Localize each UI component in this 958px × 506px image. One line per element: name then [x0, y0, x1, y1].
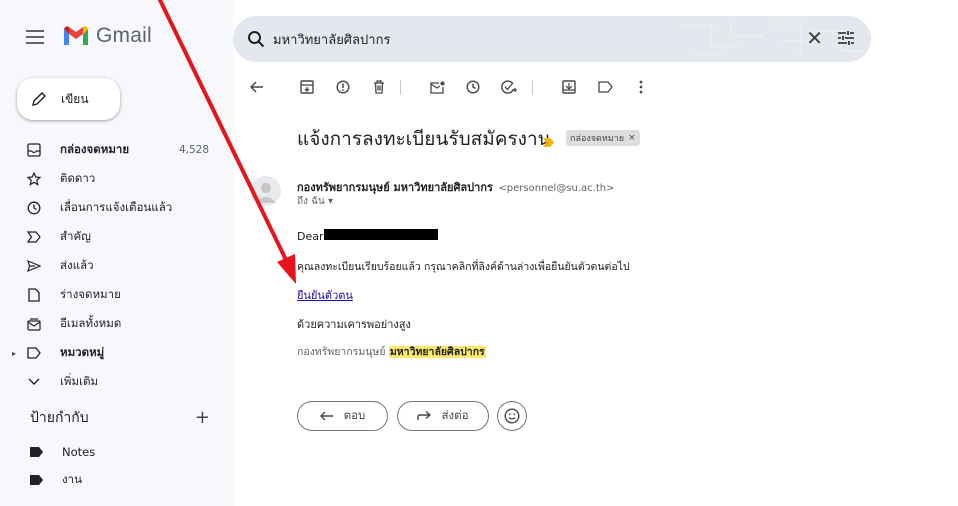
expand-arrow-icon[interactable]: ▸: [12, 349, 16, 358]
header-left: Gmail: [0, 0, 233, 80]
mark-unread-icon[interactable]: [428, 78, 446, 96]
clear-search-icon[interactable]: ✕: [806, 28, 823, 48]
reply-icon: [319, 411, 334, 421]
label-item-work[interactable]: งาน: [30, 468, 82, 492]
sidebar-item-snoozed[interactable]: เลื่อนการแจ้งเตือนแล้ว: [0, 196, 233, 220]
important-icon: [26, 229, 42, 245]
sidebar-item-label: หมวดหมู่: [60, 345, 105, 359]
snooze-icon[interactable]: [464, 78, 482, 96]
signature-prefix: กองทรัพยากรมนุษย์: [297, 346, 389, 358]
reply-label: ตอบ: [343, 408, 366, 422]
sidebar-item-label: ร่างจดหมาย: [60, 287, 121, 301]
sidebar-item-label: สำคัญ: [60, 229, 91, 243]
clock-icon: [26, 200, 42, 216]
search-bar[interactable]: มหาวิทยาลัยศิลปากร ✕: [233, 16, 871, 62]
draft-icon: [26, 287, 42, 303]
forward-label: ส่งต่อ: [441, 408, 469, 422]
back-icon[interactable]: [248, 78, 266, 96]
delete-icon[interactable]: [370, 78, 388, 96]
label-as-icon[interactable]: [596, 78, 614, 96]
sidebar-item-label: กล่องจดหมาย: [60, 142, 130, 156]
sidebar-item-important[interactable]: สำคัญ: [0, 225, 233, 249]
sidebar-item-label: ส่งแล้ว: [60, 258, 94, 272]
archive-icon[interactable]: [298, 78, 316, 96]
sidebar-item-categories[interactable]: ▸ หมวดหมู่: [0, 341, 233, 365]
sidebar-item-all-mail[interactable]: อีเมลทั้งหมด: [0, 312, 233, 336]
gmail-wordmark: Gmail: [96, 24, 152, 47]
label-tag-icon: [30, 447, 44, 457]
sidebar-item-drafts[interactable]: ร่างจดหมาย: [0, 283, 233, 307]
sidebar-item-label: เพิ่มเติม: [60, 374, 99, 388]
main-menu-icon[interactable]: [26, 30, 44, 44]
sender-name[interactable]: กองทรัพยากรมนุษย์ มหาวิทยาลัยศิลปากร: [297, 181, 493, 194]
inbox-icon: [26, 142, 42, 158]
sidebar-item-starred[interactable]: ติดดาว: [0, 167, 233, 191]
add-to-tasks-icon[interactable]: [500, 78, 518, 96]
search-input[interactable]: มหาวิทยาลัยศิลปากร: [273, 29, 390, 50]
labels-header: ป้ายกำกับ +: [30, 407, 210, 429]
label-item-text: งาน: [62, 472, 82, 486]
pencil-icon: [32, 92, 46, 106]
verify-identity-link[interactable]: ยืนยันตัวตน: [297, 286, 353, 304]
emoji-reaction-button[interactable]: [497, 401, 527, 431]
signature-highlight: มหาวิทยาลัยศิลปากร: [388, 346, 486, 358]
redacted-name: [324, 229, 438, 240]
search-icon[interactable]: [247, 30, 265, 48]
sidebar: Gmail เขียน กล่องจดหมาย 4,528 ติดดาว เลื…: [0, 0, 233, 506]
sidebar-item-label: ติดดาว: [60, 171, 96, 185]
all-mail-icon: [26, 316, 42, 332]
label-item-notes[interactable]: Notes: [30, 440, 95, 464]
smiley-icon: [504, 408, 520, 424]
inbox-label-chip[interactable]: กล่องจดหมาย ×: [566, 130, 640, 146]
toolbar-divider: [532, 80, 533, 95]
sidebar-item-sent[interactable]: ส่งแล้ว: [0, 254, 233, 278]
report-spam-icon[interactable]: [334, 78, 352, 96]
forward-icon: [417, 411, 432, 421]
sender-line: กองทรัพยากรมนุษย์ มหาวิทยาลัยศิลปากร <pe…: [297, 178, 615, 196]
labels-title: ป้ายกำกับ: [30, 410, 89, 426]
email-body-text: คุณลงทะเบียนเรียบร้อยแล้ว กรุณาคลิกที่ลิ…: [297, 261, 630, 273]
gmail-logo-icon: [64, 26, 88, 45]
label-tag-icon: [30, 475, 44, 485]
sidebar-nav: กล่องจดหมาย 4,528 ติดดาว เลื่อนการแจ้งเต…: [0, 138, 233, 399]
email-greeting: Dear: [297, 230, 324, 243]
add-label-button[interactable]: +: [195, 409, 210, 427]
email-closing: ด้วยความเคารพอย่างสูง: [297, 318, 411, 331]
remove-label-icon[interactable]: ×: [628, 133, 636, 143]
search-options-icon[interactable]: [837, 30, 855, 46]
sidebar-item-label: อีเมลทั้งหมด: [60, 316, 122, 330]
gmail-logo[interactable]: Gmail: [62, 24, 152, 48]
compose-label: เขียน: [61, 91, 89, 106]
move-to-icon[interactable]: [560, 78, 578, 96]
label-icon: [26, 345, 42, 361]
sidebar-item-more[interactable]: เพิ่มเติม: [0, 370, 233, 394]
inbox-chip-label: กล่องจดหมาย: [570, 134, 625, 144]
chevron-down-icon: [26, 374, 42, 390]
label-item-text: Notes: [62, 445, 96, 459]
sender-avatar[interactable]: [251, 176, 281, 206]
compose-button[interactable]: เขียน: [17, 78, 120, 120]
more-options-icon[interactable]: [632, 78, 650, 96]
send-icon: [26, 258, 42, 274]
recipient-details-toggle[interactable]: ถึง ฉัน ▾: [297, 194, 333, 209]
star-icon: [26, 171, 42, 187]
sidebar-item-label: เลื่อนการแจ้งเตือนแล้ว: [60, 200, 173, 214]
email-signature: กองทรัพยากรมนุษย์ มหาวิทยาลัยศิลปากร: [297, 343, 486, 360]
toolbar-divider: [400, 80, 401, 95]
important-marker-icon[interactable]: [543, 132, 555, 151]
sender-email: <personnel@su.ac.th>: [498, 183, 615, 194]
inbox-count: 4,528: [178, 144, 209, 156]
forward-button[interactable]: ส่งต่อ: [397, 401, 489, 431]
email-subject: แจ้งการลงทะเบียนรับสมัครงาน: [297, 128, 551, 150]
reply-button[interactable]: ตอบ: [297, 401, 388, 431]
sidebar-item-inbox[interactable]: กล่องจดหมาย 4,528: [0, 138, 233, 162]
